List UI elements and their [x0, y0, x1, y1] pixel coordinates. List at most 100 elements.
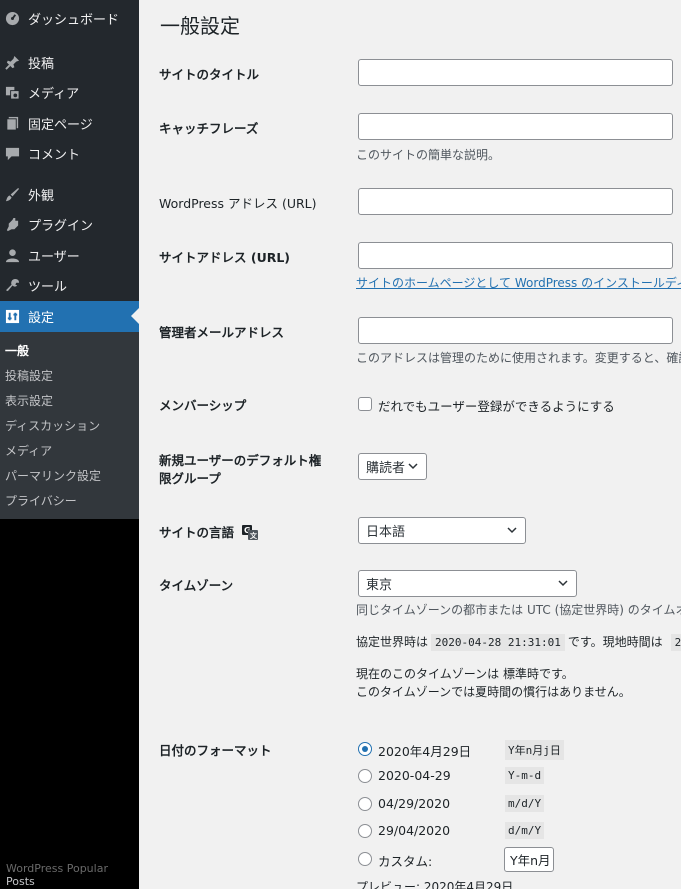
admin-email-label: 管理者メールアドレス [159, 325, 285, 340]
membership-label: メンバーシップ [159, 398, 247, 413]
utc-prefix: 協定世界時は [356, 635, 429, 649]
date-format-option-label[interactable]: 29/04/2020 [378, 823, 450, 838]
popular-posts-subtitle: Posts [6, 875, 35, 888]
submenu-item-media[interactable]: メディア [0, 438, 139, 463]
membership-checkbox-label[interactable]: だれでもユーザー登録ができるようにする [378, 396, 615, 415]
submenu-item-privacy[interactable]: プライバシー [0, 488, 139, 513]
menu-label: ツール [28, 280, 68, 296]
utc-time-code: 2020-04-28 21:31:01 [431, 634, 565, 651]
timezone-standard-note: 現在のこのタイムゾーンは 標準時です。 [356, 667, 574, 681]
date-format-preview: プレビュー: 2020年4月29日 [356, 880, 514, 889]
date-format-label: 日付のフォーマット [159, 743, 272, 758]
local-time-code: 2 [670, 634, 681, 651]
menu-item-tools[interactable]: ツール [0, 271, 139, 302]
default-role-label-line2: 限グループ [159, 471, 221, 486]
submenu-item-reading[interactable]: 表示設定 [0, 388, 139, 413]
default-role-value: 購読者 [366, 461, 406, 476]
dashboard-icon [4, 11, 20, 27]
default-role-select[interactable]: 購読者 [358, 453, 427, 480]
date-format-code: m/d/Y [505, 795, 545, 812]
date-format-code: Y年n月j日 [505, 740, 564, 760]
menu-label: ダッシュボード [28, 13, 120, 28]
submenu-item-permalink[interactable]: パーマリンク設定 [0, 463, 139, 488]
menu-item-dashboard[interactable]: ダッシュボード [0, 0, 139, 37]
popular-posts-widget[interactable]: WordPress Popular Posts [0, 862, 139, 889]
date-format-custom-label[interactable]: カスタム: [378, 851, 432, 870]
tagline-input[interactable] [358, 113, 673, 140]
submenu-item-discussion[interactable]: ディスカッション [0, 413, 139, 438]
date-format-option-label[interactable]: 2020年4月29日 [378, 741, 471, 760]
brush-icon [4, 186, 20, 202]
site-language-label: サイトの言語 G文 [159, 525, 259, 540]
menu-item-pages[interactable]: 固定ページ [0, 108, 139, 139]
date-format-code: Y-m-d [505, 767, 545, 784]
settings-submenu: 一般 投稿設定 表示設定 ディスカッション メディア パーマリンク設定 プライバ… [0, 331, 139, 519]
site-title-label: サイトのタイトル [159, 67, 260, 82]
menu-label: プラグイン [28, 219, 94, 235]
media-icon [4, 85, 20, 101]
site-address-label: サイトアドレス (URL) [159, 250, 291, 265]
user-icon [4, 247, 20, 263]
date-format-radio-1[interactable] [358, 742, 372, 756]
menu-item-posts[interactable]: 投稿 [0, 47, 139, 78]
default-role-label-line1: 新規ユーザーのデフォルト権 [159, 453, 322, 468]
wrench-icon [4, 278, 20, 294]
date-format-option-label[interactable]: 2020-04-29 [378, 768, 451, 783]
submenu-item-writing[interactable]: 投稿設定 [0, 363, 139, 388]
timezone-select[interactable]: 東京 [358, 570, 577, 597]
chevron-down-icon [408, 463, 418, 470]
date-format-radio-custom[interactable] [358, 852, 372, 866]
translation-icon: G文 [242, 525, 259, 540]
admin-sidebar: ダッシュボード 投稿 メディア 固定ページ コメント 外観 プラグイン ユーザー… [0, 0, 139, 889]
tagline-description: このサイトの簡単な説明。 [356, 148, 501, 162]
svg-text:文: 文 [250, 531, 258, 540]
page-title: 一般設定 [160, 14, 240, 38]
admin-email-input[interactable] [358, 317, 673, 344]
menu-label: ユーザー [28, 249, 80, 265]
date-format-option-label[interactable]: 04/29/2020 [378, 796, 450, 811]
utc-time-line: 協定世界時は 2020-04-28 21:31:01 です。現地時間は 2 [356, 633, 681, 651]
menu-item-media[interactable]: メディア [0, 78, 139, 109]
date-format-code: d/m/Y [505, 822, 545, 839]
timezone-description: 同じタイムゾーンの都市または UTC (協定世界時) のタイムオ [356, 603, 681, 617]
site-title-input[interactable] [358, 59, 673, 86]
menu-item-appearance[interactable]: 外観 [0, 179, 139, 210]
menu-item-plugins[interactable]: プラグイン [0, 210, 139, 241]
site-address-help-link[interactable]: サイトのホームページとして WordPress のインストールディレ [356, 274, 681, 291]
timezone-dst-note: このタイムゾーンでは夏時間の慣行はありません。 [356, 685, 631, 699]
menu-item-users[interactable]: ユーザー [0, 240, 139, 271]
comment-icon [4, 146, 20, 162]
menu-label: 外観 [28, 188, 55, 204]
membership-checkbox[interactable] [358, 397, 372, 411]
chevron-down-icon [558, 580, 568, 587]
menu-item-comments[interactable]: コメント [0, 139, 139, 170]
menu-label: 設定 [28, 310, 55, 326]
timezone-value: 東京 [366, 578, 393, 593]
menu-label: メディア [28, 87, 80, 103]
menu-label: 投稿 [28, 56, 55, 72]
settings-icon [4, 308, 20, 324]
pin-icon [4, 54, 20, 70]
tagline-label: キャッチフレーズ [159, 121, 259, 136]
date-format-radio-2[interactable] [358, 769, 372, 783]
plugin-icon [4, 217, 20, 233]
wp-address-label: WordPress アドレス (URL) [159, 196, 317, 211]
popular-posts-title: WordPress Popular [6, 862, 108, 875]
wp-address-input[interactable] [358, 188, 673, 215]
utc-suffix: です。現地時間は [567, 635, 663, 649]
admin-email-description: このアドレスは管理のために使用されます。変更すると、確認 [356, 351, 681, 365]
settings-main: 一般設定 サイトのタイトル キャッチフレーズ このサイトの簡単な説明。 Word… [139, 0, 681, 889]
site-address-input[interactable] [358, 242, 673, 269]
date-format-radio-4[interactable] [358, 824, 372, 838]
menu-item-settings[interactable]: 設定 [0, 301, 139, 332]
menu-label: 固定ページ [28, 117, 93, 133]
custom-date-format-input[interactable]: Y年n月 [504, 847, 554, 872]
site-language-value: 日本語 [366, 525, 406, 540]
date-format-radio-3[interactable] [358, 797, 372, 811]
site-language-select[interactable]: 日本語 [358, 517, 526, 544]
submenu-item-general[interactable]: 一般 [0, 338, 139, 363]
timezone-label: タイムゾーン [159, 578, 234, 593]
admin-menu: ダッシュボード 投稿 メディア 固定ページ コメント 外観 プラグイン ユーザー… [0, 0, 139, 519]
menu-label: コメント [28, 148, 81, 164]
chevron-down-icon [507, 527, 517, 534]
